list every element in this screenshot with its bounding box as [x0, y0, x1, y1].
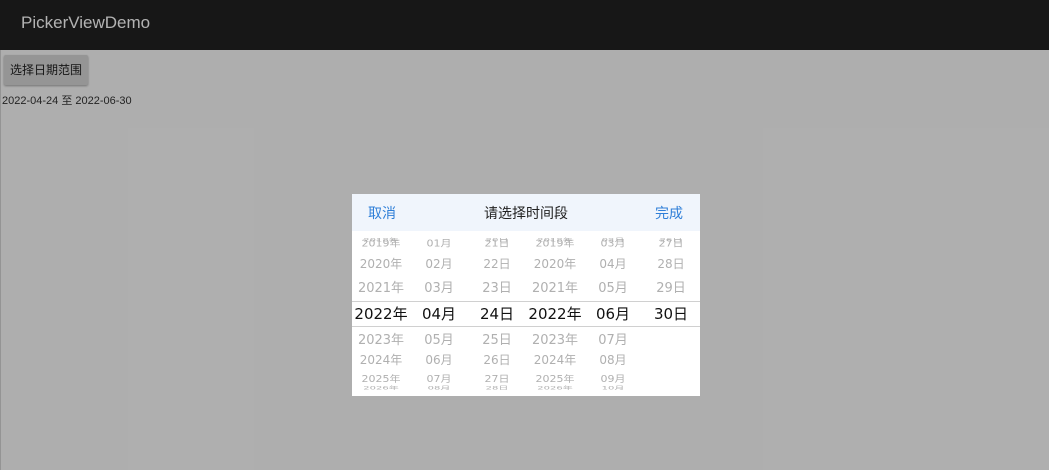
done-button[interactable]: 完成	[655, 203, 683, 223]
date-range-picker-dialog: 取消 请选择时间段 完成 2018年 2019年 2020年 2021年 2022年 20…	[352, 194, 700, 396]
wheel-item[interactable]: 08月	[584, 351, 642, 368]
wheel-end-day[interactable]: 26日 27日 28日 29日 30日	[642, 231, 700, 396]
wheel-item[interactable]: 2019年	[526, 236, 584, 250]
wheel-item[interactable]: 2024年	[526, 351, 584, 368]
wheel-item[interactable]: 04月	[584, 255, 642, 272]
wheel-item[interactable]: 01月	[410, 236, 468, 250]
wheel-start-month[interactable]: 01月 02月 03月 04月 05月 06月 07月 08月	[410, 231, 468, 396]
wheel-item[interactable]: 06月	[410, 351, 468, 368]
wheel-item[interactable]: 2026年	[352, 384, 410, 391]
wheel-item[interactable]: 2021年	[352, 277, 410, 296]
wheel-end-month[interactable]: 02月 03月 04月 05月 06月 07月 08月 09月 10月	[584, 231, 642, 396]
wheel-item[interactable]: 26日	[468, 351, 526, 368]
wheel-item-selected[interactable]: 06月	[584, 303, 642, 324]
wheel-item[interactable]: 05月	[410, 329, 468, 348]
wheel-item[interactable]: 27日	[642, 236, 700, 250]
wheel-item[interactable]: 29日	[642, 277, 700, 296]
wheel-item[interactable]: 23日	[468, 277, 526, 296]
wheel-item[interactable]: 2026年	[526, 384, 584, 391]
wheel-item-selected[interactable]: 2022年	[352, 303, 410, 324]
wheel-item-selected[interactable]: 24日	[468, 303, 526, 324]
wheel-item[interactable]: 02月	[410, 255, 468, 272]
wheel-start-year[interactable]: 2018年 2019年 2020年 2021年 2022年 2023年 2024年 2025年…	[352, 231, 410, 396]
wheel-item[interactable]: 03月	[410, 277, 468, 296]
wheel-item[interactable]: 03月	[584, 236, 642, 250]
wheel-item[interactable]: 2023年	[352, 329, 410, 348]
wheel-item[interactable]: 28日	[468, 384, 526, 391]
picker-wheels: 2018年 2019年 2020年 2021年 2022年 2023年 2024年 2025年…	[352, 231, 700, 396]
wheel-start-day[interactable]: 20日 21日 22日 23日 24日 25日 26日 27日 28日	[468, 231, 526, 396]
wheel-item[interactable]: 05月	[584, 277, 642, 296]
wheel-item[interactable]: 2024年	[352, 351, 410, 368]
wheel-item[interactable]: 2020年	[352, 255, 410, 272]
wheel-item[interactable]: 08月	[410, 384, 468, 391]
wheel-item[interactable]: 25日	[468, 329, 526, 348]
wheel-item[interactable]: 22日	[468, 255, 526, 272]
wheel-item[interactable]: 2020年	[526, 255, 584, 272]
scrim-edge	[0, 50, 1, 470]
wheel-item[interactable]: 10月	[584, 384, 642, 391]
wheel-item-selected[interactable]: 30日	[642, 303, 700, 324]
wheel-item[interactable]: 21日	[468, 236, 526, 250]
wheel-item-selected[interactable]: 04月	[410, 303, 468, 324]
wheel-item-selected[interactable]: 2022年	[526, 303, 584, 324]
wheel-item[interactable]: 2019年	[352, 236, 410, 250]
wheel-item[interactable]: 2023年	[526, 329, 584, 348]
picker-title: 请选择时间段	[484, 206, 568, 222]
picker-header: 取消 请选择时间段 完成	[352, 194, 700, 231]
wheel-item[interactable]: 07月	[584, 329, 642, 348]
wheel-item[interactable]: 2021年	[526, 277, 584, 296]
wheel-item[interactable]: 28日	[642, 255, 700, 272]
wheel-end-year[interactable]: 2018年 2019年 2020年 2021年 2022年 2023年 2024年 2025年…	[526, 231, 584, 396]
